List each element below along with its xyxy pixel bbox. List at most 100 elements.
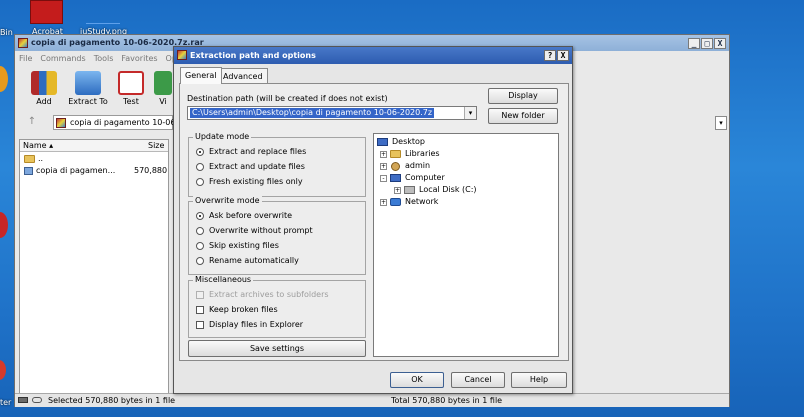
extraction-dialog: Extraction path and options ? X General … [173,46,573,394]
address-bar[interactable]: copia di pagamento 10-06-2 [53,115,174,130]
column-name-label: Name [23,141,47,150]
add-archive-icon [31,71,57,95]
tree-item-label: Computer [405,173,445,182]
status-left: Selected 570,880 bytes in 1 file [48,396,176,405]
tab-advanced[interactable]: Advanced [218,68,268,83]
radio-skip-existing[interactable]: Skip existing files [196,241,356,252]
expand-icon[interactable]: + [394,187,401,194]
file-list-header: Name ▴ Size [20,140,168,152]
help-caption-button[interactable]: ? [544,50,556,61]
radio-button [196,148,204,156]
parent-folder-icon [24,155,35,163]
minimize-button[interactable]: _ [688,38,700,49]
help-button[interactable]: Help [511,372,567,388]
menu-favorites[interactable]: Favorites [121,54,157,63]
file-size: 570,880 [134,166,168,175]
update-mode-group: Update mode Extract and replace files Ex… [188,132,366,197]
left-edge-orb-red [0,212,8,238]
local-disk-icon [404,186,415,194]
acrobat-desktop-icon[interactable] [30,0,63,24]
expand-icon[interactable]: + [380,151,387,158]
dialog-app-icon [177,50,187,60]
tree-item-label: Network [405,197,439,206]
radio-rename-automatically[interactable]: Rename automatically [196,256,356,267]
checkbox-keep-broken-files[interactable]: Keep broken files [196,305,356,316]
ok-button[interactable]: OK [390,372,444,388]
close-button[interactable]: X [714,38,726,49]
network-icon [390,198,401,206]
menu-file[interactable]: File [19,54,32,63]
display-button[interactable]: Display [488,88,558,104]
address-dropdown-right[interactable]: ▾ [715,116,727,130]
menu-tools[interactable]: Tools [94,54,114,63]
toolbar-test-button[interactable]: Test [111,71,151,106]
column-size-header[interactable]: Size [148,141,164,150]
cancel-button[interactable]: Cancel [451,372,505,388]
table-row[interactable]: copia di pagamen... 570,880 [22,166,168,177]
toolbar-extract-to-button[interactable]: Extract To [68,71,108,106]
toolbar-extract-to-label: Extract To [68,97,108,106]
radio-label: Extract and replace files [209,147,307,156]
menu-commands[interactable]: Commands [40,54,85,63]
toolbar-view-button[interactable]: Vi [153,71,173,106]
file-name: copia di pagamen... [36,166,116,175]
desktop-icon [377,138,388,146]
toolbar-view-label: Vi [159,97,167,106]
checkbox [196,321,204,329]
save-settings-button[interactable]: Save settings [188,340,366,357]
checkbox [196,291,204,299]
radio-ask-before[interactable]: Ask before overwrite [196,211,356,222]
checkbox-display-in-explorer[interactable]: Display files in Explorer [196,320,356,331]
expand-icon[interactable]: + [380,163,387,170]
destination-path-input[interactable]: C:\Users\admin\Desktop\copia di pagament… [187,106,477,120]
extract-folder-icon [75,71,101,95]
status-bar: Selected 570,880 bytes in 1 file Total 5… [15,393,729,407]
tab-general[interactable]: General [180,67,222,84]
toolbar-add-button[interactable]: Add [24,71,64,106]
up-one-level-button[interactable]: ↑ [23,116,41,130]
chevron-down-icon[interactable]: ▾ [464,107,476,119]
radio-button [196,257,204,265]
drive-status-icon [18,397,28,403]
radio-button [196,163,204,171]
table-row[interactable]: .. [22,154,166,165]
radio-label: Ask before overwrite [209,211,293,220]
user-folder-icon [391,162,400,171]
png-desktop-icon[interactable] [86,4,120,24]
checkbox-label: Display files in Explorer [209,320,304,329]
update-mode-title: Update mode [193,132,252,141]
file-list[interactable]: Name ▴ Size .. copia di pagamen... 570,8… [19,139,169,397]
address-text: copia di pagamento 10-06-2 [70,118,174,127]
libraries-folder-icon [390,150,401,158]
collapse-icon[interactable]: - [380,175,387,182]
tree-item-label: Local Disk (C:) [419,185,477,194]
maximize-button[interactable]: □ [701,38,713,49]
radio-button [196,242,204,250]
status-right: Total 570,880 bytes in 1 file [391,396,503,405]
close-caption-button[interactable]: X [557,50,569,61]
dialog-title-bar[interactable]: Extraction path and options ? X [174,47,572,64]
new-folder-button[interactable]: New folder [488,108,558,124]
radio-extract-replace[interactable]: Extract and replace files [196,147,356,158]
radio-overwrite-without-prompt[interactable]: Overwrite without prompt [196,226,356,237]
radio-label: Extract and update files [209,162,305,171]
left-edge-orb-red-2 [0,360,6,380]
desktop-icon-label-bin: Bin [0,28,13,37]
radio-button [196,212,204,220]
winrar-caption-buttons: _ □ X [688,38,726,49]
radio-extract-update[interactable]: Extract and update files [196,162,356,173]
radio-button [196,178,204,186]
dialog-title: Extraction path and options [190,51,316,60]
expand-icon[interactable]: + [380,199,387,206]
miscellaneous-title: Miscellaneous [193,275,254,284]
checkbox [196,306,204,314]
folder-tree[interactable]: Desktop + Libraries + admin - Computer +… [373,133,559,357]
winrar-app-icon [18,38,28,48]
radio-label: Rename automatically [209,256,299,265]
column-name-header[interactable]: Name ▴ [23,141,53,150]
archive-file-icon [24,167,33,175]
checkbox-extract-to-subfolders[interactable]: Extract archives to subfolders [196,290,356,301]
radio-fresh-existing[interactable]: Fresh existing files only [196,177,356,188]
radio-label: Overwrite without prompt [209,226,313,235]
radio-label: Fresh existing files only [209,177,303,186]
